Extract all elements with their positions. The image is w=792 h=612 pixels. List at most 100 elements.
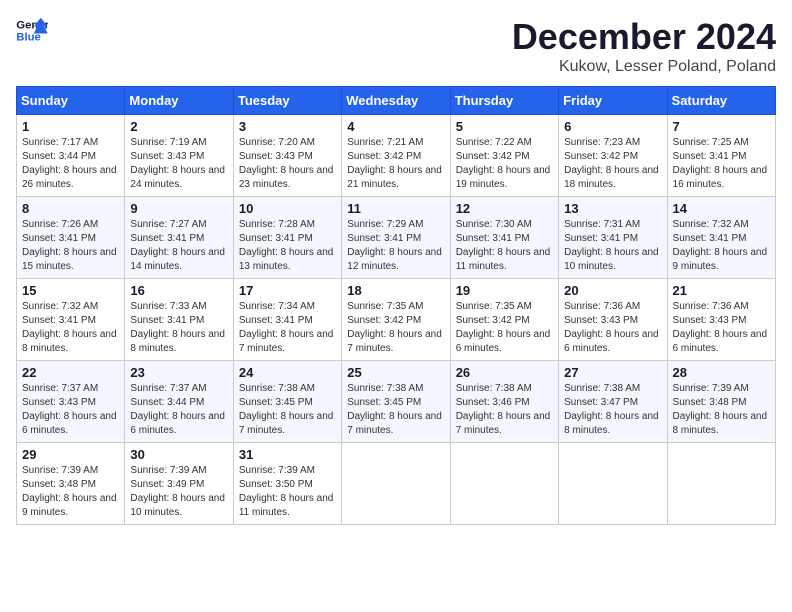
day-number: 29 <box>22 447 119 462</box>
calendar-cell: 31 Sunrise: 7:39 AM Sunset: 3:50 PM Dayl… <box>233 443 341 525</box>
calendar-week-row: 22 Sunrise: 7:37 AM Sunset: 3:43 PM Dayl… <box>17 361 776 443</box>
logo: General Blue <box>16 16 48 44</box>
location-title: Kukow, Lesser Poland, Poland <box>512 58 776 76</box>
calendar-cell: 11 Sunrise: 7:29 AM Sunset: 3:41 PM Dayl… <box>342 197 450 279</box>
day-detail: Sunrise: 7:36 AM Sunset: 3:43 PM Dayligh… <box>673 301 768 354</box>
day-number: 2 <box>130 119 227 134</box>
day-number: 31 <box>239 447 336 462</box>
day-detail: Sunrise: 7:21 AM Sunset: 3:42 PM Dayligh… <box>347 137 442 190</box>
calendar-cell: 24 Sunrise: 7:38 AM Sunset: 3:45 PM Dayl… <box>233 361 341 443</box>
day-number: 10 <box>239 201 336 216</box>
day-number: 28 <box>673 365 770 380</box>
weekday-header: Friday <box>559 87 667 115</box>
calendar-cell: 8 Sunrise: 7:26 AM Sunset: 3:41 PM Dayli… <box>17 197 125 279</box>
day-detail: Sunrise: 7:23 AM Sunset: 3:42 PM Dayligh… <box>564 137 659 190</box>
day-detail: Sunrise: 7:38 AM Sunset: 3:45 PM Dayligh… <box>347 383 442 436</box>
day-detail: Sunrise: 7:38 AM Sunset: 3:47 PM Dayligh… <box>564 383 659 436</box>
day-number: 12 <box>456 201 553 216</box>
day-number: 1 <box>22 119 119 134</box>
day-number: 14 <box>673 201 770 216</box>
day-number: 20 <box>564 283 661 298</box>
calendar-cell: 26 Sunrise: 7:38 AM Sunset: 3:46 PM Dayl… <box>450 361 558 443</box>
day-detail: Sunrise: 7:32 AM Sunset: 3:41 PM Dayligh… <box>22 301 117 354</box>
weekday-header: Sunday <box>17 87 125 115</box>
day-detail: Sunrise: 7:19 AM Sunset: 3:43 PM Dayligh… <box>130 137 225 190</box>
day-detail: Sunrise: 7:38 AM Sunset: 3:45 PM Dayligh… <box>239 383 334 436</box>
day-detail: Sunrise: 7:39 AM Sunset: 3:48 PM Dayligh… <box>673 383 768 436</box>
day-detail: Sunrise: 7:29 AM Sunset: 3:41 PM Dayligh… <box>347 219 442 272</box>
day-detail: Sunrise: 7:37 AM Sunset: 3:44 PM Dayligh… <box>130 383 225 436</box>
day-number: 13 <box>564 201 661 216</box>
page-header: General Blue December 2024 Kukow, Lesser… <box>16 16 776 76</box>
day-number: 9 <box>130 201 227 216</box>
calendar-week-row: 8 Sunrise: 7:26 AM Sunset: 3:41 PM Dayli… <box>17 197 776 279</box>
day-number: 11 <box>347 201 444 216</box>
day-number: 17 <box>239 283 336 298</box>
month-title: December 2024 <box>512 16 776 58</box>
day-number: 7 <box>673 119 770 134</box>
calendar-cell <box>667 443 775 525</box>
weekday-header: Saturday <box>667 87 775 115</box>
day-detail: Sunrise: 7:27 AM Sunset: 3:41 PM Dayligh… <box>130 219 225 272</box>
calendar-week-row: 29 Sunrise: 7:39 AM Sunset: 3:48 PM Dayl… <box>17 443 776 525</box>
day-detail: Sunrise: 7:39 AM Sunset: 3:49 PM Dayligh… <box>130 465 225 518</box>
weekday-header-row: SundayMondayTuesdayWednesdayThursdayFrid… <box>17 87 776 115</box>
day-number: 3 <box>239 119 336 134</box>
weekday-header: Monday <box>125 87 233 115</box>
day-number: 5 <box>456 119 553 134</box>
day-detail: Sunrise: 7:32 AM Sunset: 3:41 PM Dayligh… <box>673 219 768 272</box>
calendar-cell: 28 Sunrise: 7:39 AM Sunset: 3:48 PM Dayl… <box>667 361 775 443</box>
day-detail: Sunrise: 7:36 AM Sunset: 3:43 PM Dayligh… <box>564 301 659 354</box>
calendar-cell: 20 Sunrise: 7:36 AM Sunset: 3:43 PM Dayl… <box>559 279 667 361</box>
day-number: 27 <box>564 365 661 380</box>
calendar-cell: 27 Sunrise: 7:38 AM Sunset: 3:47 PM Dayl… <box>559 361 667 443</box>
day-number: 26 <box>456 365 553 380</box>
day-detail: Sunrise: 7:22 AM Sunset: 3:42 PM Dayligh… <box>456 137 551 190</box>
calendar-cell: 1 Sunrise: 7:17 AM Sunset: 3:44 PM Dayli… <box>17 115 125 197</box>
day-detail: Sunrise: 7:20 AM Sunset: 3:43 PM Dayligh… <box>239 137 334 190</box>
calendar-cell: 12 Sunrise: 7:30 AM Sunset: 3:41 PM Dayl… <box>450 197 558 279</box>
day-detail: Sunrise: 7:25 AM Sunset: 3:41 PM Dayligh… <box>673 137 768 190</box>
day-detail: Sunrise: 7:35 AM Sunset: 3:42 PM Dayligh… <box>456 301 551 354</box>
calendar-cell: 15 Sunrise: 7:32 AM Sunset: 3:41 PM Dayl… <box>17 279 125 361</box>
day-number: 25 <box>347 365 444 380</box>
day-number: 15 <box>22 283 119 298</box>
calendar-cell: 23 Sunrise: 7:37 AM Sunset: 3:44 PM Dayl… <box>125 361 233 443</box>
day-number: 23 <box>130 365 227 380</box>
calendar-cell: 17 Sunrise: 7:34 AM Sunset: 3:41 PM Dayl… <box>233 279 341 361</box>
calendar-cell <box>342 443 450 525</box>
weekday-header: Wednesday <box>342 87 450 115</box>
day-detail: Sunrise: 7:28 AM Sunset: 3:41 PM Dayligh… <box>239 219 334 272</box>
calendar-cell: 2 Sunrise: 7:19 AM Sunset: 3:43 PM Dayli… <box>125 115 233 197</box>
calendar-cell: 5 Sunrise: 7:22 AM Sunset: 3:42 PM Dayli… <box>450 115 558 197</box>
day-detail: Sunrise: 7:38 AM Sunset: 3:46 PM Dayligh… <box>456 383 551 436</box>
day-detail: Sunrise: 7:39 AM Sunset: 3:50 PM Dayligh… <box>239 465 334 518</box>
calendar-week-row: 15 Sunrise: 7:32 AM Sunset: 3:41 PM Dayl… <box>17 279 776 361</box>
calendar-cell: 25 Sunrise: 7:38 AM Sunset: 3:45 PM Dayl… <box>342 361 450 443</box>
day-detail: Sunrise: 7:35 AM Sunset: 3:42 PM Dayligh… <box>347 301 442 354</box>
calendar-cell: 21 Sunrise: 7:36 AM Sunset: 3:43 PM Dayl… <box>667 279 775 361</box>
day-detail: Sunrise: 7:30 AM Sunset: 3:41 PM Dayligh… <box>456 219 551 272</box>
calendar-cell: 18 Sunrise: 7:35 AM Sunset: 3:42 PM Dayl… <box>342 279 450 361</box>
calendar-cell: 4 Sunrise: 7:21 AM Sunset: 3:42 PM Dayli… <box>342 115 450 197</box>
day-detail: Sunrise: 7:37 AM Sunset: 3:43 PM Dayligh… <box>22 383 117 436</box>
calendar-cell: 9 Sunrise: 7:27 AM Sunset: 3:41 PM Dayli… <box>125 197 233 279</box>
day-detail: Sunrise: 7:39 AM Sunset: 3:48 PM Dayligh… <box>22 465 117 518</box>
title-area: December 2024 Kukow, Lesser Poland, Pola… <box>512 16 776 76</box>
day-number: 6 <box>564 119 661 134</box>
day-detail: Sunrise: 7:34 AM Sunset: 3:41 PM Dayligh… <box>239 301 334 354</box>
calendar-cell: 30 Sunrise: 7:39 AM Sunset: 3:49 PM Dayl… <box>125 443 233 525</box>
day-number: 18 <box>347 283 444 298</box>
day-detail: Sunrise: 7:33 AM Sunset: 3:41 PM Dayligh… <box>130 301 225 354</box>
weekday-header: Tuesday <box>233 87 341 115</box>
calendar-cell: 3 Sunrise: 7:20 AM Sunset: 3:43 PM Dayli… <box>233 115 341 197</box>
day-number: 30 <box>130 447 227 462</box>
day-number: 8 <box>22 201 119 216</box>
day-number: 19 <box>456 283 553 298</box>
weekday-header: Thursday <box>450 87 558 115</box>
day-number: 4 <box>347 119 444 134</box>
calendar-cell: 7 Sunrise: 7:25 AM Sunset: 3:41 PM Dayli… <box>667 115 775 197</box>
day-number: 21 <box>673 283 770 298</box>
day-number: 24 <box>239 365 336 380</box>
calendar-cell: 6 Sunrise: 7:23 AM Sunset: 3:42 PM Dayli… <box>559 115 667 197</box>
